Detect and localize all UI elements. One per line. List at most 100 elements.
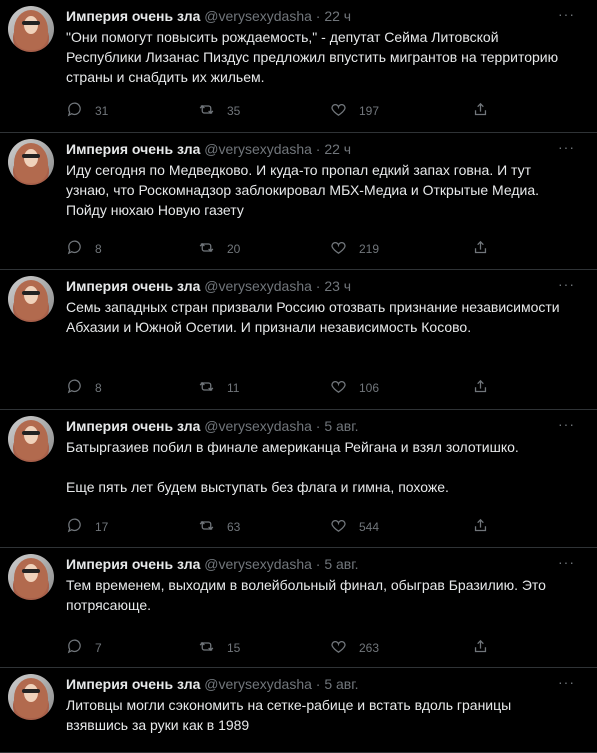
like-button[interactable]: 219 xyxy=(330,239,379,259)
separator-dot: · xyxy=(315,676,321,692)
retweet-button[interactable]: 35 xyxy=(198,101,240,121)
more-options-icon[interactable]: ··· xyxy=(558,554,575,570)
author-handle[interactable]: @verysexydasha xyxy=(204,278,312,294)
like-count: 219 xyxy=(359,242,380,256)
tweet[interactable]: Империя очень зла @verysexydasha · 5 авг… xyxy=(0,668,597,753)
retweet-icon xyxy=(198,239,227,259)
avatar[interactable] xyxy=(8,554,54,600)
share-button[interactable] xyxy=(472,638,501,658)
author-handle[interactable]: @verysexydasha xyxy=(204,556,312,572)
retweet-button[interactable]: 11 xyxy=(198,378,239,398)
tweet[interactable]: Империя очень зла @verysexydasha · 22 ч ·… xyxy=(0,133,597,270)
retweet-button[interactable]: 63 xyxy=(198,517,240,537)
avatar[interactable] xyxy=(8,276,54,322)
tweet-actions: 8 20 219 xyxy=(66,239,496,259)
separator-dot: · xyxy=(315,278,321,294)
author-handle[interactable]: @verysexydasha xyxy=(204,418,312,434)
like-count: 197 xyxy=(359,104,380,118)
more-options-icon[interactable]: ··· xyxy=(558,416,575,432)
tweet[interactable]: Империя очень зла @verysexydasha · 5 авг… xyxy=(0,410,597,548)
tweet-header: Империя очень зла @verysexydasha · 5 авг… xyxy=(66,418,359,435)
tweet-text: Семь западных стран призвали Россию отоз… xyxy=(66,299,560,335)
share-icon xyxy=(472,378,501,398)
share-button[interactable] xyxy=(472,239,501,259)
tweet-text: Батыргазиев побил в финале американца Ре… xyxy=(66,439,519,495)
share-icon xyxy=(472,101,501,121)
like-button[interactable]: 544 xyxy=(330,517,379,537)
avatar[interactable] xyxy=(8,416,54,462)
like-button[interactable]: 106 xyxy=(330,378,379,398)
tweet-actions: 31 35 197 xyxy=(66,101,496,121)
like-button[interactable]: 197 xyxy=(330,101,379,121)
reply-count: 7 xyxy=(95,641,102,655)
retweet-count: 11 xyxy=(227,381,240,395)
retweet-button[interactable]: 15 xyxy=(198,638,240,658)
author-name[interactable]: Империя очень зла xyxy=(66,556,200,572)
separator-dot: · xyxy=(315,141,321,157)
author-name[interactable]: Империя очень зла xyxy=(66,141,200,157)
reply-icon xyxy=(66,378,95,398)
retweet-count: 63 xyxy=(227,520,241,534)
reply-button[interactable]: 8 xyxy=(66,378,102,398)
author-name[interactable]: Империя очень зла xyxy=(66,278,200,294)
author-name[interactable]: Империя очень зла xyxy=(66,676,200,692)
tweet-time[interactable]: 22 ч xyxy=(324,141,351,157)
more-options-icon[interactable]: ··· xyxy=(558,674,575,690)
like-button[interactable]: 263 xyxy=(330,638,379,658)
avatar[interactable] xyxy=(8,674,54,720)
avatar[interactable] xyxy=(8,6,54,52)
tweet-time[interactable]: 5 авг. xyxy=(324,676,358,692)
reply-icon xyxy=(66,517,95,537)
author-name[interactable]: Империя очень зла xyxy=(66,8,200,24)
heart-icon xyxy=(330,101,359,121)
avatar[interactable] xyxy=(8,139,54,185)
heart-icon xyxy=(330,517,359,537)
separator-dot: · xyxy=(315,418,321,434)
tweet-time[interactable]: 5 авг. xyxy=(324,418,358,434)
separator-dot: · xyxy=(315,8,321,24)
tweet[interactable]: Империя очень зла @verysexydasha · 23 ч ·… xyxy=(0,270,597,410)
retweet-icon xyxy=(198,517,227,537)
reply-count: 8 xyxy=(95,242,102,256)
tweet-time[interactable]: 23 ч xyxy=(324,278,351,294)
reply-button[interactable]: 31 xyxy=(66,101,108,121)
more-options-icon[interactable]: ··· xyxy=(558,139,575,155)
tweet[interactable]: Империя очень зла @verysexydasha · 5 авг… xyxy=(0,548,597,668)
author-name[interactable]: Империя очень зла xyxy=(66,418,200,434)
share-button[interactable] xyxy=(472,378,501,398)
tweet-actions: 7 15 263 xyxy=(66,638,496,658)
author-handle[interactable]: @verysexydasha xyxy=(204,141,312,157)
reply-icon xyxy=(66,638,95,658)
retweet-icon xyxy=(198,378,227,398)
reply-icon xyxy=(66,239,95,259)
retweet-count: 15 xyxy=(227,641,241,655)
tweet-header: Империя очень зла @verysexydasha · 5 авг… xyxy=(66,676,359,693)
tweet-actions: 8 11 106 xyxy=(66,378,496,398)
reply-button[interactable]: 17 xyxy=(66,517,108,537)
reply-button[interactable]: 8 xyxy=(66,239,102,259)
share-icon xyxy=(472,517,501,537)
tweet-time[interactable]: 5 авг. xyxy=(324,556,358,572)
tweet-header: Империя очень зла @verysexydasha · 22 ч xyxy=(66,141,351,158)
like-count: 106 xyxy=(359,381,380,395)
author-handle[interactable]: @verysexydasha xyxy=(204,8,312,24)
share-button[interactable] xyxy=(472,101,501,121)
reply-count: 8 xyxy=(95,381,102,395)
tweet-header: Империя очень зла @verysexydasha · 22 ч xyxy=(66,8,351,25)
author-handle[interactable]: @verysexydasha xyxy=(204,676,312,692)
reply-button[interactable]: 7 xyxy=(66,638,102,658)
tweet[interactable]: Империя очень зла @verysexydasha · 22 ч ·… xyxy=(0,0,597,133)
tweet-time[interactable]: 22 ч xyxy=(324,8,351,24)
heart-icon xyxy=(330,638,359,658)
more-options-icon[interactable]: ··· xyxy=(558,6,575,22)
tweet-text: Иду сегодня по Медведково. И куда-то про… xyxy=(66,162,540,218)
heart-icon xyxy=(330,378,359,398)
retweet-count: 20 xyxy=(227,242,241,256)
reply-count: 17 xyxy=(95,520,109,534)
share-button[interactable] xyxy=(472,517,501,537)
tweet-text: Литовцы могли сэкономить на сетке-рабице… xyxy=(66,697,512,733)
more-options-icon[interactable]: ··· xyxy=(558,276,575,292)
tweet-header: Империя очень зла @verysexydasha · 23 ч xyxy=(66,278,351,295)
retweet-button[interactable]: 20 xyxy=(198,239,240,259)
like-count: 263 xyxy=(359,641,380,655)
